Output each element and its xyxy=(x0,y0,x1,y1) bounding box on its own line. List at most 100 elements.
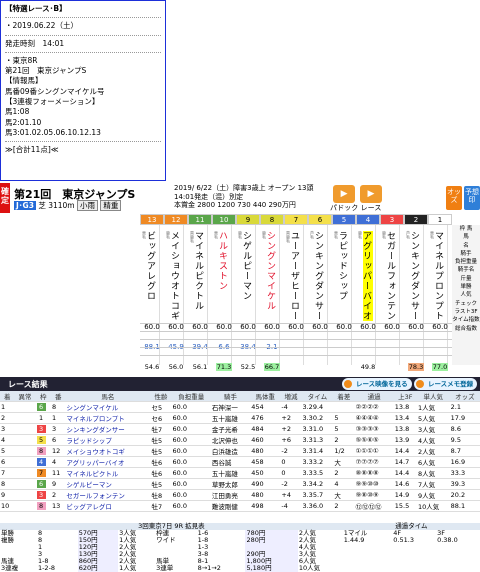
horse-name[interactable]: ビッグアレグロ xyxy=(145,231,157,301)
result-row[interactable]: 6 4 4 アグリッパーバイオ 牡6 60.0 西谷誠 458 0 3.33.2 大 ⑦⑦⑦⑦ 14.7… xyxy=(0,456,480,468)
result-cell: セガールフォンテン xyxy=(65,489,151,501)
result-row[interactable]: 10 8 13 ビッグアレグロ 牡7 60.0 難波剛健 498 -4 3.36.0 2 ⑫⑫⑫⑫ 15… xyxy=(0,500,480,512)
watch-video-button[interactable]: レース映像を見る xyxy=(342,378,412,390)
payout-cell: 1-8 xyxy=(37,557,49,565)
result-cell: 8 xyxy=(35,500,51,512)
weather-badge: 小雨 xyxy=(77,200,98,211)
horse-column[interactable]: 黒鹿毛 マイネルピクトル 60.0 39.4 56.1 xyxy=(190,225,208,371)
horse-column[interactable]: 黒鹿毛 ユーアーザヒーロー 60.0 xyxy=(286,225,304,365)
memo-line: 馬番09番シングンマイケル号 xyxy=(5,86,105,96)
result-cell: 牡6 xyxy=(150,467,172,479)
horse-name[interactable]: シングンマイケル xyxy=(265,231,277,311)
horse-column[interactable]: 芦毛 シンキングダンサー 60.0 xyxy=(310,225,328,365)
payout-cell: 複勝 xyxy=(1,536,14,544)
result-cell: 5 xyxy=(35,434,51,446)
row-labels: 枠 馬馬名騎手 負担重量 騎手名 斤量 単勝 人気 チェック ラスト3F タイム指数 総合指数 xyxy=(452,225,480,365)
paddock-button[interactable]: ▶ パドック xyxy=(330,185,358,213)
payout-cell: 8→1→2 xyxy=(197,564,221,572)
passing-time-value: 0.38.0 xyxy=(437,536,458,544)
payout-cell: 馬連 xyxy=(1,557,14,565)
row-divider xyxy=(140,323,452,324)
horse-column[interactable]: 栗毛 マイネルプロンプト 60.0 77.0 xyxy=(430,225,448,371)
result-cell: 五十嵐雄 xyxy=(210,467,251,479)
horse-name[interactable]: ラピッドシップ xyxy=(337,231,349,301)
kakutei-badge: 確定 xyxy=(0,183,10,213)
result-header: レース結果 レース映像を見る レースメモ登録 xyxy=(0,377,480,391)
weight: 60.0 xyxy=(168,323,184,331)
horse-name[interactable]: シンキングダンサー xyxy=(409,231,421,321)
result-row[interactable]: 1 6 8 シングンマイケル セ5 60.0 石神深一 454 -4 3.29.4 ②②②② 13.8… xyxy=(0,401,480,413)
result-row[interactable]: 4 5 6 ラピッドシップ 牡5 60.0 北沢伸也 460 +6 3.31.3 2 ⑤⑤⑥⑤ 13.9… xyxy=(0,434,480,446)
horse-name[interactable]: マイネルピクトル xyxy=(193,231,205,311)
result-cell xyxy=(14,445,36,457)
result-row[interactable]: 5 8 12 メイショウオトコギ 牡5 60.0 白浜雄造 480 -2 3.31.4 1/2 ①①①… xyxy=(0,445,480,457)
odds-button[interactable]: オッズ xyxy=(446,186,462,210)
horse-column[interactable]: 栗毛 ラピッドシップ 60.0 xyxy=(334,225,352,365)
horse-number: 1 xyxy=(437,216,443,224)
horse-name[interactable]: マイネルプロンプト xyxy=(433,231,445,321)
result-cell: シングンマイケル xyxy=(65,401,151,413)
result-cell: 大 xyxy=(333,489,355,501)
horse-name[interactable]: シゲルピーマン xyxy=(241,231,253,301)
result-col-header: 通過 xyxy=(354,391,394,402)
result-col-header: 増減 xyxy=(280,391,302,402)
result-row[interactable]: 3 3 3 シンキングダンサー 牡7 60.0 金子光希 484 +2 3.31.0 5 ③③③③ 13… xyxy=(0,423,480,435)
play-icon xyxy=(344,380,352,388)
result-cell: 13.8 xyxy=(393,423,417,435)
weight: 60.0 xyxy=(432,323,448,331)
horse-name[interactable]: シンキングダンサー xyxy=(313,231,325,321)
yoso-button[interactable]: 予想印 xyxy=(464,186,480,210)
horse-name[interactable]: アグリッパーバイオ xyxy=(361,231,373,321)
horse-column[interactable]: 鹿毛 シゲルピーマン 60.0 38.4 52.5 xyxy=(238,225,256,371)
result-cell: 五十嵐雄 xyxy=(210,412,251,424)
horse-column[interactable]: 芦毛 シンキングダンサー 60.0 78.3 xyxy=(406,225,424,371)
horse-column[interactable]: 栗毛 ビッグアレグロ 60.0 88.1 54.6 xyxy=(142,225,160,371)
result-row[interactable]: 2 1 1 マイネルプロンプト セ6 60.0 五十嵐雄 476 +2 3.30.2 5 ④④④④ 13… xyxy=(0,412,480,424)
result-cell: -4 xyxy=(280,500,302,512)
result-cell: 458 xyxy=(250,456,281,468)
horse-name[interactable]: セガールフォンテン xyxy=(385,231,397,321)
payout-cell: 2人気 xyxy=(119,557,137,565)
horse-column[interactable]: 鹿毛 メイショウオトコギ 60.0 45.9 56.0 xyxy=(166,225,184,371)
result-col-header: 騎手 xyxy=(210,391,251,402)
waku-cell: 6 xyxy=(308,214,332,225)
result-cell: 9人気 xyxy=(416,489,450,501)
row-label: 負担重量 xyxy=(454,259,477,266)
result-cell: ビッグアレグロ xyxy=(65,500,151,512)
result-cell: 4 xyxy=(50,456,66,468)
result-cell: 60.0 xyxy=(171,401,211,413)
result-cell: 60.0 xyxy=(171,445,211,457)
horse-name[interactable]: ハルキストン xyxy=(217,231,229,291)
result-cell: 60.0 xyxy=(171,423,211,435)
result-cell: 1 xyxy=(50,412,66,424)
row-label: 名 xyxy=(463,242,469,249)
horse-name[interactable]: メイショウオトコギ xyxy=(169,231,181,321)
result-cell: 8.7 xyxy=(449,445,480,457)
horse-name[interactable]: ユーアーザヒーロー xyxy=(289,231,301,321)
result-cell: 14.7 xyxy=(393,456,417,468)
result-col-header: 上3F xyxy=(393,391,417,402)
payout-cell: 3連複 xyxy=(1,564,19,572)
horse-column[interactable]: 鹿毛 セガールフォンテン 60.0 xyxy=(382,225,400,365)
horse-number: 5 xyxy=(341,216,347,224)
horse-number: 4 xyxy=(365,216,371,224)
race-video-button[interactable]: ▶ レース xyxy=(360,185,382,213)
time-index: 66.7 xyxy=(264,363,280,371)
time-index: 71.3 xyxy=(216,363,232,371)
result-cell: 大 xyxy=(333,456,355,468)
horse-number: 10 xyxy=(219,216,229,224)
horse-column[interactable]: 鹿毛 シングンマイケル 60.0 2.1 66.7 xyxy=(262,225,280,371)
result-row[interactable]: 9 3 2 セガールフォンテン 牡8 60.0 江田勇亮 480 +4 3.35.7 大 ⑨⑧⑩⑨ 14… xyxy=(0,489,480,501)
waku-badge: 1 xyxy=(36,414,46,422)
result-cell: 12 xyxy=(50,445,66,457)
horse-column[interactable]: 鹿毛アグリッパーバイオ60.049.8 xyxy=(358,225,376,371)
row-label: 人気 xyxy=(460,292,472,299)
horse-column[interactable]: 栗毛 ハルキストン 60.0 6.6 71.3 xyxy=(214,225,232,371)
result-cell: 33.3 xyxy=(449,467,480,479)
race-memo-button[interactable]: レースメモ登録 xyxy=(414,378,478,390)
result-row[interactable]: 8 6 9 シゲルピーマン 牡5 60.0 草野太郎 490 -2 3.34.2 4 ⑨⑨⑩⑩ 14.6… xyxy=(0,478,480,490)
waku-cell: 13 xyxy=(140,214,164,225)
memo-line: 【特選レース･B】 xyxy=(5,4,67,13)
result-row[interactable]: 7 7 11 マイネルピクトル 牡6 60.0 五十嵐雄 450 0 3.33.5 2 ⑧⑧⑧⑧ 14.… xyxy=(0,467,480,479)
result-col-header: オッズ xyxy=(449,391,480,402)
